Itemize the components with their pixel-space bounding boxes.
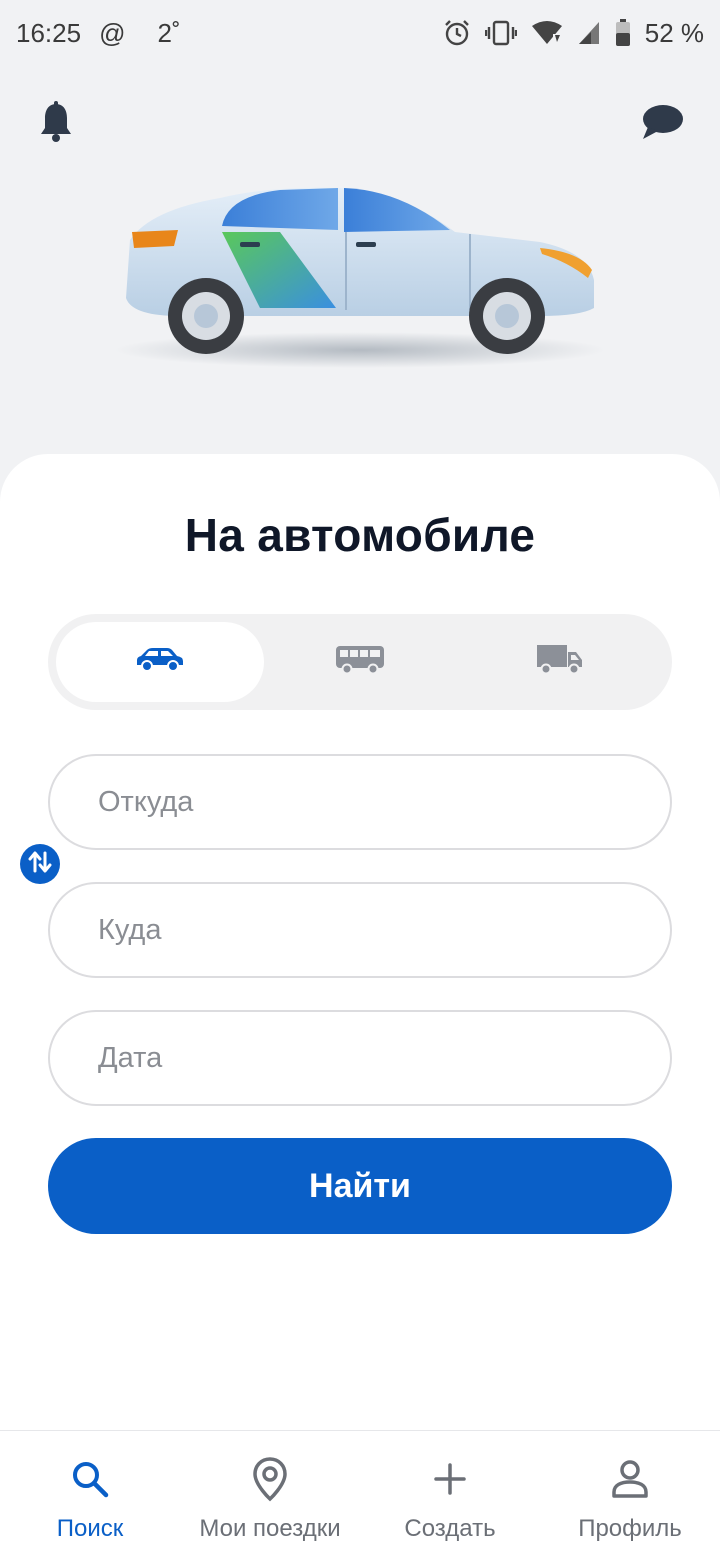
transport-selector [48,614,672,710]
hero-car-illustration [110,170,610,380]
date-field[interactable] [48,1010,672,1106]
from-field[interactable] [48,754,672,850]
transport-car-option[interactable] [56,622,264,702]
person-icon [611,1455,649,1503]
page-title: На автомобиле [184,509,536,561]
transport-bus-option[interactable] [256,622,464,702]
bus-icon [335,645,385,680]
nav-item-my-trips[interactable]: Мои поездки [180,1431,360,1560]
signal-icon [577,20,601,46]
swap-direction-button[interactable] [20,844,60,884]
status-temperature: 2˚ [157,17,181,48]
to-field[interactable] [48,882,672,978]
nav-item-label: Мои поездки [199,1515,341,1542]
location-pin-icon [252,1455,288,1503]
nav-item-profile[interactable]: Профиль [540,1431,720,1560]
nav-item-label: Профиль [578,1515,682,1542]
nav-item-label: Поиск [56,1515,124,1542]
status-time: 16:25 [16,17,82,48]
bell-icon[interactable] [32,98,80,146]
nav-item-create[interactable]: Создать [360,1431,540,1560]
status-at: @ [99,17,126,48]
vibrate-icon [484,19,517,47]
alarm-icon [443,19,471,47]
find-button[interactable]: Найти [48,1138,672,1234]
nav-item-label: Создать [404,1515,496,1542]
search-icon [70,1455,110,1503]
chat-icon[interactable] [638,98,686,146]
swap-arrows-icon [27,849,53,880]
battery-icon [615,19,631,47]
nav-item-search[interactable]: Поиск [0,1431,180,1560]
to-input[interactable] [98,913,670,947]
date-input[interactable] [98,1041,670,1075]
status-bar: 16:25 @ 2˚ 52 % [0,0,720,66]
car-icon [135,647,185,678]
wifi-icon [531,20,563,46]
plus-icon [433,1455,467,1503]
status-right: 52 % [443,18,704,49]
truck-icon [536,644,584,681]
transport-truck-option[interactable] [456,622,664,702]
from-input[interactable] [98,785,670,819]
bottom-navigation: Поиск Мои поездки Создать Профиль [0,1430,720,1560]
battery-percent: 52 % [644,17,704,48]
status-left: 16:25 @ 2˚ [16,18,181,49]
